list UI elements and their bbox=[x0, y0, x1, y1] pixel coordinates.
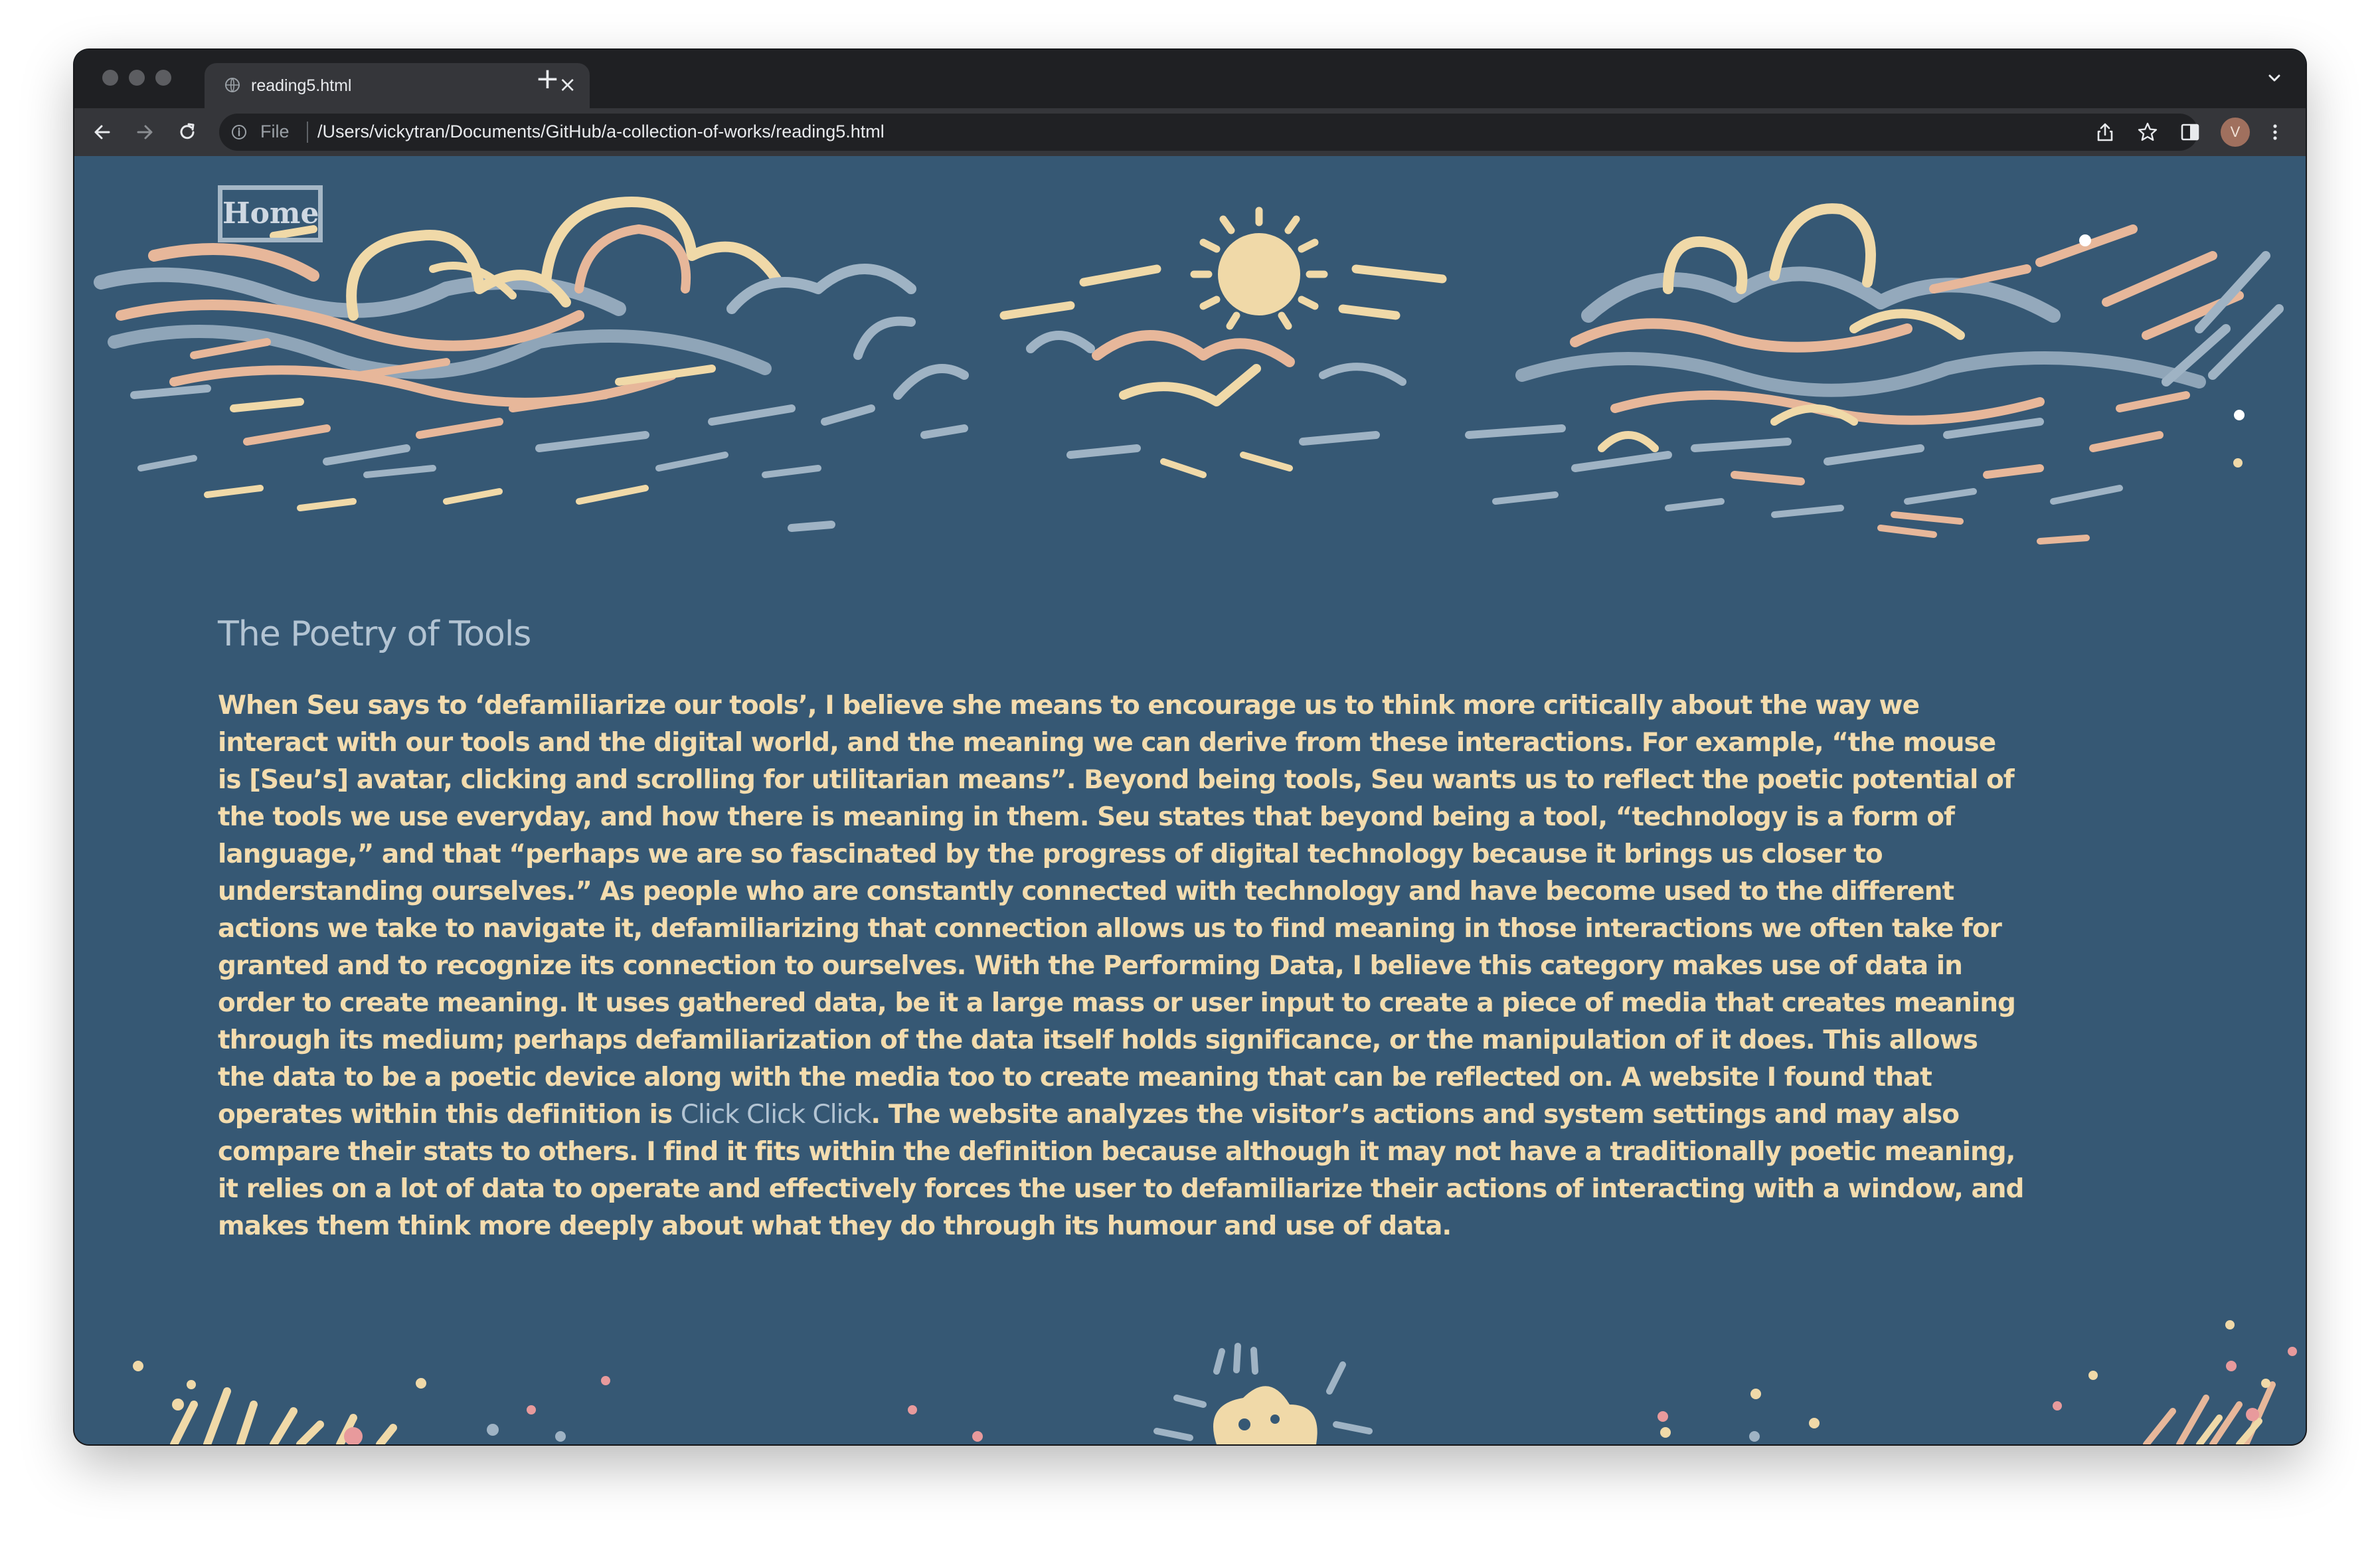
ground-illustration bbox=[133, 1320, 2297, 1444]
left-cloud-scribbles bbox=[94, 197, 969, 532]
page-title: The Poetry of Tools bbox=[218, 614, 531, 654]
forward-arrow-icon[interactable] bbox=[133, 120, 157, 144]
tab-close-button[interactable]: × bbox=[558, 72, 576, 96]
minimize-window-button[interactable] bbox=[129, 70, 145, 86]
share-icon[interactable] bbox=[2093, 120, 2117, 144]
side-panel-icon[interactable] bbox=[2178, 120, 2202, 144]
globe-icon bbox=[225, 78, 240, 92]
close-window-button[interactable] bbox=[102, 70, 118, 86]
bookmark-star-icon[interactable] bbox=[2136, 120, 2160, 144]
back-arrow-icon[interactable] bbox=[90, 120, 114, 144]
url-scheme-label: File bbox=[260, 122, 290, 141]
tab-title: reading5.html bbox=[251, 76, 352, 95]
sun-icon bbox=[999, 207, 1447, 330]
url-divider bbox=[307, 122, 308, 143]
browser-toolbar: File /Users/vickytran/Documents/GitHub/a… bbox=[74, 108, 2306, 156]
reload-icon[interactable] bbox=[175, 120, 199, 144]
maximize-window-button[interactable] bbox=[155, 70, 171, 86]
middle-cloud-scribbles bbox=[1026, 330, 1406, 478]
kebab-menu-icon[interactable] bbox=[2263, 120, 2287, 144]
tab-strip: reading5.html × + bbox=[74, 50, 2306, 108]
right-cloud-scribbles bbox=[1465, 203, 2284, 545]
reading-paragraph: When Seu says to ‘defamiliarize our tool… bbox=[218, 687, 2024, 1245]
info-icon[interactable] bbox=[231, 124, 247, 140]
url-text[interactable]: /Users/vickytran/Documents/GitHub/a-coll… bbox=[317, 122, 885, 142]
chevron-down-icon[interactable] bbox=[2264, 68, 2284, 88]
address-bar[interactable]: File /Users/vickytran/Documents/GitHub/a… bbox=[219, 114, 2198, 151]
profile-avatar[interactable]: V bbox=[2221, 118, 2250, 147]
browser-window: reading5.html × + File /Users/vickytran/… bbox=[74, 50, 2306, 1444]
page-content: Home The Poetry of Tools When Seu says t… bbox=[74, 156, 2306, 1444]
home-button[interactable]: Home bbox=[218, 185, 323, 242]
sky-illustration bbox=[94, 197, 2284, 545]
click-click-click-link[interactable]: Click Click Click bbox=[681, 1100, 872, 1130]
new-tab-button[interactable]: + bbox=[535, 64, 560, 94]
tab-active[interactable]: reading5.html × bbox=[205, 63, 590, 108]
creature-icon bbox=[1153, 1343, 1373, 1444]
paragraph-text-start: When Seu says to ‘defamiliarize our tool… bbox=[218, 691, 2016, 1130]
